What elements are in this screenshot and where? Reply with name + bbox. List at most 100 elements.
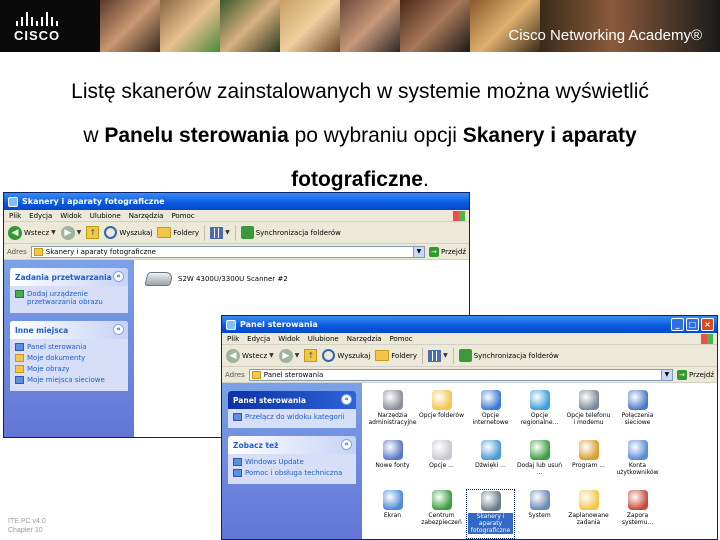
- control-panel-title: Panel sterowania: [240, 320, 318, 329]
- menu-tools[interactable]: Narzędzia: [129, 212, 164, 220]
- other-place-network[interactable]: Moje miejsca sieciowe: [15, 376, 123, 384]
- control-panel-box-header[interactable]: Panel sterowania «: [228, 391, 356, 409]
- control-panel-item[interactable]: Dźwięki ...: [466, 439, 515, 489]
- control-panel-item[interactable]: Narzędzia administracyjne: [368, 389, 417, 439]
- control-panel-item[interactable]: Opcje ...: [417, 439, 466, 489]
- other-place-label: Moje miejsca sieciowe: [27, 376, 105, 384]
- control-panel-applet-icon: [382, 440, 403, 460]
- control-panel-item-label: Opcje internetowe: [472, 412, 509, 426]
- see-also-title: Zobacz też: [233, 440, 279, 450]
- menu-tools[interactable]: Narzędzia: [347, 335, 382, 343]
- control-panel-item[interactable]: Połączenia sieciowe: [613, 389, 662, 439]
- address-value: Skanery i aparaty fotograficzne: [45, 247, 156, 256]
- up-folder-icon[interactable]: ↑: [86, 226, 100, 239]
- forward-arrow-icon: ▶: [278, 348, 293, 363]
- go-label: Przejdź: [688, 370, 714, 379]
- menu-view[interactable]: Widok: [60, 212, 82, 220]
- search-button[interactable]: Wyszukaj: [104, 226, 152, 239]
- imaging-tasks-header[interactable]: Zadania przetwarzania o «: [10, 268, 128, 286]
- windows-logo-icon: [701, 334, 713, 344]
- maximize-icon[interactable]: □: [686, 318, 699, 331]
- address-input[interactable]: Panel sterowania ▼: [248, 368, 673, 381]
- banner-photo-2: [160, 0, 220, 52]
- control-panel-item[interactable]: Zaplanowane zadania: [564, 489, 613, 539]
- control-panel-item[interactable]: Centrum zabezpieczeń: [417, 489, 466, 539]
- address-input[interactable]: Skanery i aparaty fotograficzne ▼: [30, 245, 425, 258]
- window-buttons: _ □ ×: [671, 318, 714, 331]
- footer-course: ITE PC v4.0: [8, 518, 46, 525]
- back-button[interactable]: ◀ Wstecz ▼: [8, 225, 56, 240]
- close-icon[interactable]: ×: [701, 318, 714, 331]
- go-arrow-icon: →: [676, 369, 687, 380]
- search-button[interactable]: Wyszukaj: [322, 349, 370, 362]
- folders-button[interactable]: Foldery: [375, 350, 417, 361]
- back-button[interactable]: ◀ Wstecz ▼: [226, 348, 274, 363]
- other-place-label: Panel sterowania: [27, 343, 87, 351]
- control-panel-applet-icon: [382, 390, 403, 410]
- control-panel-item[interactable]: Dodaj lub usuń ...: [515, 439, 564, 489]
- imaging-tasks-list: Dodaj urządzenie przetwarzania obrazu: [10, 286, 128, 313]
- go-arrow-icon: →: [428, 246, 439, 257]
- control-panel-item[interactable]: Zapora systemu...: [613, 489, 662, 539]
- scanners-titlebar[interactable]: Skanery i aparaty fotograficzne: [4, 193, 469, 210]
- control-panel-applet-icon: [431, 390, 452, 410]
- forward-button[interactable]: ▶ ▼: [278, 348, 299, 363]
- menu-edit[interactable]: Edycja: [29, 212, 52, 220]
- folder-icon: [157, 227, 172, 238]
- sync-button[interactable]: Synchronizacja folderów: [240, 226, 341, 239]
- menu-help[interactable]: Pomoc: [171, 212, 194, 220]
- address-dropdown-icon[interactable]: ▼: [412, 246, 424, 257]
- control-panel-item[interactable]: Opcje folderów: [417, 389, 466, 439]
- other-place-my-documents[interactable]: Moje dokumenty: [15, 354, 123, 362]
- cisco-banner: CISCO Cisco Networking Academy®: [0, 0, 720, 52]
- menu-help[interactable]: Pomoc: [389, 335, 412, 343]
- control-panel-item[interactable]: Opcje telefonu i modemu: [564, 389, 613, 439]
- other-places-header[interactable]: Inne miejsca «: [10, 321, 128, 339]
- switch-to-category-view-link[interactable]: Przełącz do widoku kategorii: [233, 413, 351, 421]
- help-support-link[interactable]: Pomoc i obsługa techniczna: [233, 469, 351, 477]
- menu-favorites[interactable]: Ulubione: [308, 335, 339, 343]
- minimize-icon[interactable]: _: [671, 318, 684, 331]
- control-panel-titlebar[interactable]: Panel sterowania _ □ ×: [222, 316, 717, 333]
- menu-favorites[interactable]: Ulubione: [90, 212, 121, 220]
- network-places-icon: [15, 376, 24, 384]
- control-panel-item[interactable]: Ekran: [368, 489, 417, 539]
- menu-view[interactable]: Widok: [278, 335, 300, 343]
- other-place-my-pictures[interactable]: Moje obrazy: [15, 365, 123, 373]
- slide-line-2-bold-2: Skanery i aparaty: [462, 124, 637, 147]
- collapse-chevron-icon[interactable]: «: [113, 271, 124, 282]
- banner-photo-4: [280, 0, 340, 52]
- address-dropdown-icon[interactable]: ▼: [660, 369, 672, 380]
- folders-button[interactable]: Foldery: [157, 227, 199, 238]
- control-panel-window[interactable]: Panel sterowania _ □ × Plik Edycja Widok…: [221, 315, 718, 540]
- control-panel-item[interactable]: Program ...: [564, 439, 613, 489]
- control-panel-item[interactable]: Skanery i aparaty fotograficzne: [466, 489, 515, 539]
- collapse-chevron-icon[interactable]: «: [113, 324, 124, 335]
- control-panel-item[interactable]: Opcje internetowe: [466, 389, 515, 439]
- up-folder-icon[interactable]: ↑: [304, 349, 318, 362]
- control-panel-item[interactable]: System: [515, 489, 564, 539]
- go-button[interactable]: → Przejdź: [428, 246, 466, 257]
- menu-file[interactable]: Plik: [9, 212, 21, 220]
- other-place-control-panel[interactable]: Panel sterowania: [15, 343, 123, 351]
- control-panel-item[interactable]: Opcje regionalne...: [515, 389, 564, 439]
- menu-edit[interactable]: Edycja: [247, 335, 270, 343]
- forward-button[interactable]: ▶ ▼: [60, 225, 81, 240]
- control-panel-item-label: Centrum zabezpieczeń: [421, 512, 462, 526]
- control-panel-item[interactable]: Konta użytkowników: [613, 439, 662, 489]
- add-imaging-device-link[interactable]: Dodaj urządzenie przetwarzania obrazu: [15, 290, 123, 306]
- views-button[interactable]: ▼: [210, 226, 230, 239]
- scanner-icon: [144, 272, 174, 286]
- menu-file[interactable]: Plik: [227, 335, 239, 343]
- scanner-device-item[interactable]: S2W 4300U/3300U Scanner #2: [144, 272, 288, 286]
- see-also-header[interactable]: Zobacz też «: [228, 436, 356, 454]
- windows-update-link[interactable]: Windows Update: [233, 458, 351, 466]
- go-button[interactable]: → Przejdź: [676, 369, 714, 380]
- slide-line-2-c: po wybraniu opcji: [288, 124, 463, 147]
- collapse-chevron-icon[interactable]: «: [341, 394, 352, 405]
- views-button[interactable]: ▼: [428, 349, 448, 362]
- sync-button[interactable]: Synchronizacja folderów: [458, 349, 559, 362]
- collapse-chevron-icon[interactable]: «: [341, 439, 352, 450]
- caret-down-icon: ▼: [269, 352, 274, 359]
- control-panel-item[interactable]: Nowe fonty: [368, 439, 417, 489]
